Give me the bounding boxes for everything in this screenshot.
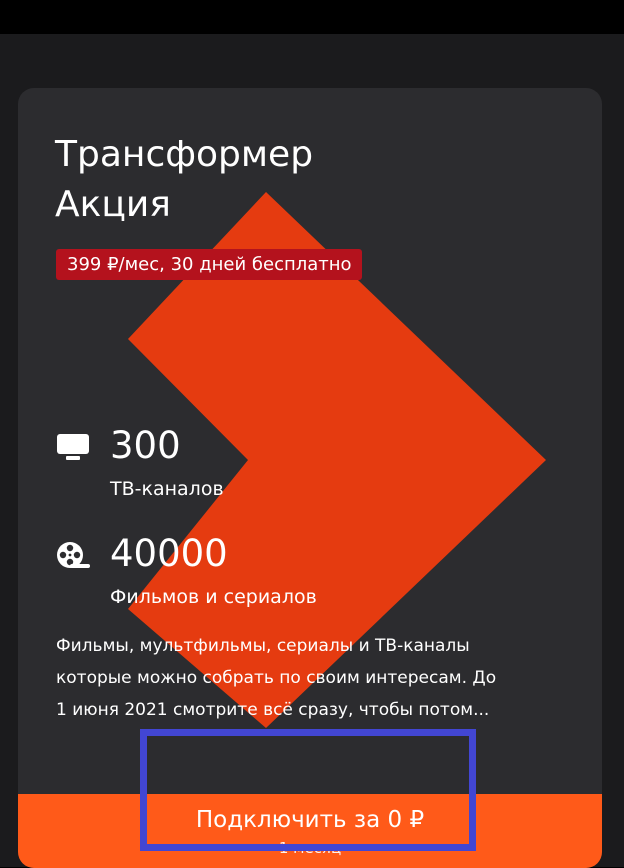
tv-icon <box>57 434 89 460</box>
films-count: 40000 <box>110 532 228 575</box>
tv-channels-label: ТВ-каналов <box>110 478 224 500</box>
tv-channels-count: 300 <box>110 424 181 467</box>
tariff-title-line-1: Трансформер <box>55 134 314 175</box>
price-badge: 399 ₽/мес, 30 дней бесплатно <box>56 249 362 280</box>
description-line-1: Фильмы, мультфильмы, сериалы и ТВ-каналы <box>56 636 470 656</box>
tariff-description: Фильмы, мультфильмы, сериалы и ТВ-каналы… <box>56 630 556 726</box>
film-reel-icon <box>57 542 90 568</box>
tariff-title-line-2: Акция <box>55 184 171 225</box>
films-label: Фильмов и сериалов <box>110 586 317 608</box>
tariff-title: Трансформер Акция <box>55 130 313 230</box>
focus-highlight-frame <box>140 729 476 851</box>
description-line-3: 1 июня 2021 смотрите всё сразу, чтобы по… <box>56 700 490 720</box>
description-line-2: которые можно собрать по своим интересам… <box>56 668 497 688</box>
